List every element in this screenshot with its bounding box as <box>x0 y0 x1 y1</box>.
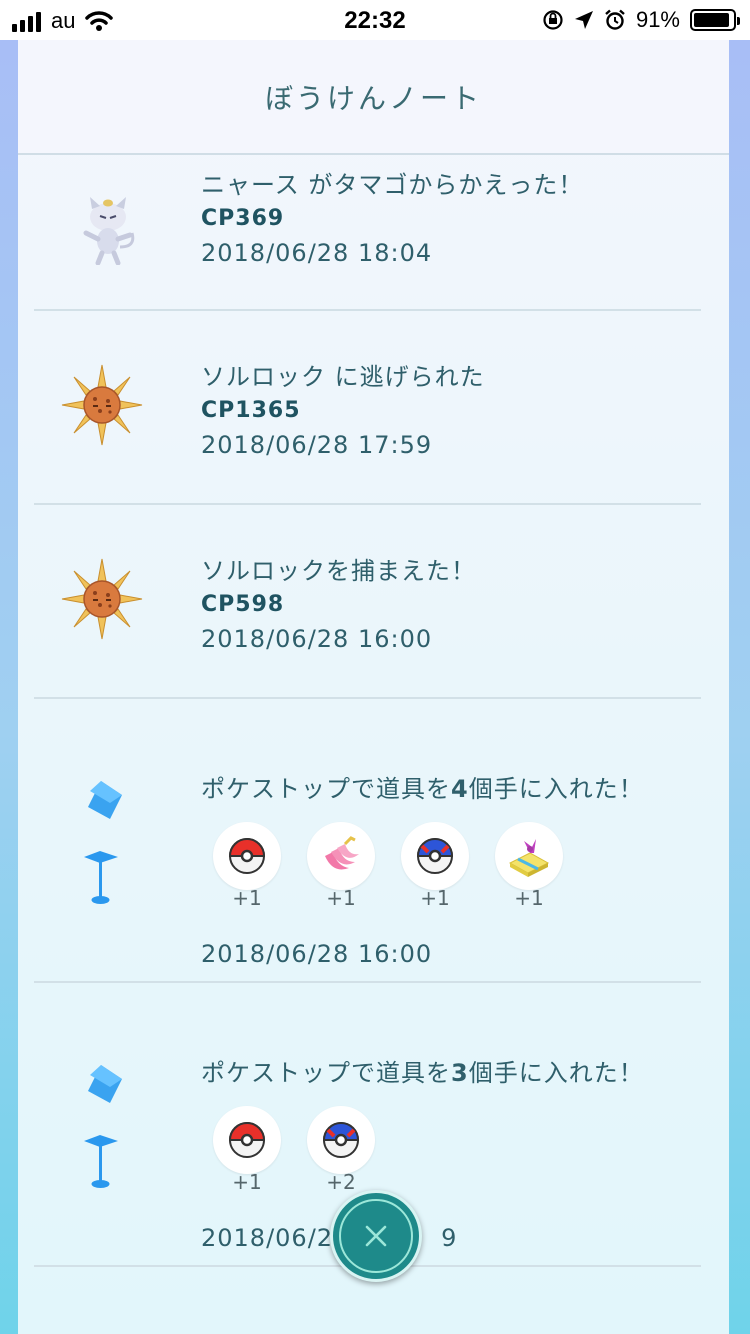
entry-date: 2018/06/28 17:59 <box>201 431 433 459</box>
entry-date-tail: 9 <box>441 1224 458 1252</box>
solrock-icon <box>61 558 143 640</box>
entry-cp: CP369 <box>201 206 285 231</box>
close-icon <box>365 1225 387 1247</box>
alarm-icon <box>605 9 625 30</box>
item-list: +1 +2 <box>213 1106 644 1194</box>
item-circle <box>495 822 563 890</box>
entry-date: 2018/06/2 9 <box>201 1224 644 1252</box>
reward-item: +1 <box>307 822 375 910</box>
battery-percent: 91% <box>635 7 680 32</box>
title-prefix: ポケストップで道具を <box>201 775 451 803</box>
poke-ball-icon <box>228 838 266 874</box>
entry-title: ポケストップで道具を3個手に入れた！ <box>201 1053 644 1088</box>
journal-list[interactable]: ニャース がタマゴからかえった！ CP369 2018/06/28 18:04 <box>18 157 729 1267</box>
status-bar: au 22:32 91% <box>0 0 750 40</box>
entry-text: ニャース がタマゴからかえった！ CP369 2018/06/28 18:04 <box>201 165 583 267</box>
pokestop-icon <box>84 1065 122 1188</box>
entry-date-visible: 2018/06/2 <box>201 1224 334 1252</box>
journal-panel: ぼうけんノート ニャース がタマゴからかえった！ CP369 2018/06/2… <box>18 40 729 1334</box>
solrock-icon <box>61 364 143 446</box>
title-suffix: 個手に入れた！ <box>468 775 644 803</box>
entry-text: ソルロックを捕まえた！ CP598 2018/06/28 16:00 <box>201 551 476 653</box>
entry-date: 2018/06/28 18:04 <box>201 239 433 267</box>
reward-item: +1 <box>213 1106 281 1194</box>
entry-title: ソルロックを捕まえた！ <box>201 557 476 585</box>
reward-item: +2 <box>307 1106 375 1194</box>
pokestop-icon <box>84 781 122 904</box>
close-button-ring <box>339 1199 413 1273</box>
entry-title: ニャース がタマゴからかえった！ <box>201 171 584 199</box>
nanab-berry-icon <box>325 836 359 870</box>
entry-text: ポケストップで道具を4個手に入れた！ +1 +1 +1 +1 2018/06/2… <box>201 769 644 968</box>
title-suffix: 個手に入れた！ <box>468 1059 644 1087</box>
gift-icon <box>508 839 550 877</box>
page-title: ぼうけんノート <box>264 81 482 115</box>
list-item[interactable]: ソルロック に逃げられた CP1365 2018/06/28 17:59 <box>18 311 729 505</box>
location-icon <box>574 11 593 29</box>
entry-cp: CP1365 <box>201 398 301 423</box>
battery-tip <box>737 17 740 25</box>
item-circle <box>307 1106 375 1174</box>
status-right: 91% <box>542 7 740 33</box>
rotation-lock-icon <box>543 10 563 30</box>
item-count: +1 <box>420 886 450 910</box>
battery-fill <box>694 13 729 27</box>
poke-ball-icon <box>228 1122 266 1158</box>
item-circle <box>213 1106 281 1174</box>
title-count: 3 <box>451 1059 469 1087</box>
entry-text: ポケストップで道具を3個手に入れた！ +1 +2 2018/06/2 9 <box>201 1053 644 1252</box>
title-count: 4 <box>451 775 469 803</box>
item-circle <box>401 822 469 890</box>
great-ball-icon <box>416 838 454 874</box>
great-ball-icon <box>322 1122 360 1158</box>
reward-item: +1 <box>213 822 281 910</box>
entry-cp: CP598 <box>201 592 285 617</box>
entry-title: ソルロック に逃げられた <box>201 363 485 391</box>
list-item[interactable]: ポケストップで道具を4個手に入れた！ +1 +1 +1 +1 2018/06/2… <box>18 699 729 983</box>
item-count: +1 <box>232 1170 262 1194</box>
entry-date: 2018/06/28 16:00 <box>201 940 433 968</box>
list-item[interactable]: ソルロックを捕まえた！ CP598 2018/06/28 16:00 <box>18 505 729 699</box>
title-prefix: ポケストップで道具を <box>201 1059 451 1087</box>
item-circle <box>213 822 281 890</box>
item-list: +1 +1 +1 +1 <box>213 822 644 910</box>
entry-title: ポケストップで道具を4個手に入れた！ <box>201 769 644 804</box>
meowth-alolan-icon <box>83 197 135 265</box>
header: ぼうけんノート <box>18 40 729 155</box>
item-count: +1 <box>326 886 356 910</box>
reward-item: +1 <box>401 822 469 910</box>
item-count: +1 <box>514 886 544 910</box>
entry-date: 2018/06/28 16:00 <box>201 625 433 653</box>
item-count: +1 <box>232 886 262 910</box>
entry-text: ソルロック に逃げられた CP1365 2018/06/28 17:59 <box>201 357 485 459</box>
close-button[interactable] <box>330 1190 422 1282</box>
item-circle <box>307 822 375 890</box>
reward-item: +1 <box>495 822 563 910</box>
list-item[interactable]: ニャース がタマゴからかえった！ CP369 2018/06/28 18:04 <box>18 157 729 311</box>
battery-icon <box>690 9 740 31</box>
